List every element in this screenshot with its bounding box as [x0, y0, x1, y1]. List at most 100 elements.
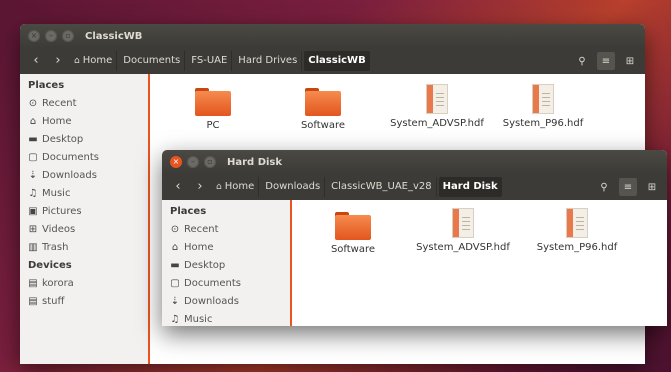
file-item-system-p96[interactable]: System_P96.hdf — [522, 208, 632, 253]
forward-button[interactable]: › — [190, 177, 210, 197]
file-name: System_ADVSP.hdf — [390, 118, 484, 129]
grid-icon: ⊞ — [647, 181, 657, 193]
drive-icon: ▤ — [28, 277, 38, 289]
breadcrumb-home[interactable]: ⌂ Home — [212, 177, 260, 197]
file-name: System_P96.hdf — [536, 242, 618, 253]
folder-icon — [195, 88, 231, 116]
close-button[interactable]: × — [170, 156, 182, 168]
trash-icon: ▥ — [28, 241, 38, 253]
sidebar-item-stuff[interactable]: ▤ stuff — [26, 292, 148, 310]
sidebar-item-documents[interactable]: ▢ Documents — [168, 274, 290, 292]
home-icon: ⌂ — [29, 115, 37, 127]
sidebar-item-pictures[interactable]: ▣ Pictures — [26, 202, 148, 220]
music-icon: ♫ — [170, 313, 180, 325]
toolbar: ‹ › ⌂ Home Downloads ClassicWB_UAE_v28 Ha… — [162, 174, 667, 200]
forward-icon: › — [197, 179, 203, 194]
sidebar-section-places: Places — [28, 80, 65, 91]
grid-view-button[interactable]: ⊞ — [621, 52, 639, 70]
home-icon: ⌂ — [216, 182, 222, 192]
breadcrumb-hard-disk[interactable]: Hard Disk — [438, 177, 502, 197]
breadcrumb-hard-drives[interactable]: Hard Drives — [234, 51, 303, 71]
document-icon: ▢ — [170, 277, 180, 289]
grid-view-button[interactable]: ⊞ — [643, 178, 661, 196]
maximize-button[interactable]: ▫ — [204, 156, 216, 168]
list-view-button[interactable]: ≡ — [619, 178, 637, 196]
breadcrumb-classicwb-uae[interactable]: ClassicWB_UAE_v28 — [327, 177, 437, 197]
sidebar-item-desktop[interactable]: ▬ Desktop — [168, 256, 290, 274]
sidebar-item-desktop[interactable]: ▬ Desktop — [26, 130, 148, 148]
document-icon — [426, 84, 448, 114]
sidebar: Places ⊙ Recent ⌂ Home ▬ Desktop ▢ Documents… — [162, 200, 292, 326]
document-icon: ▢ — [28, 151, 38, 163]
sidebar-item-music[interactable]: ♫ Music — [26, 184, 148, 202]
file-item-pc[interactable]: PC — [158, 88, 268, 131]
breadcrumb-downloads[interactable]: Downloads — [261, 177, 326, 197]
back-icon: ‹ — [175, 179, 181, 194]
file-item-software[interactable]: Software — [298, 212, 408, 255]
document-icon — [532, 84, 554, 114]
sidebar-item-videos[interactable]: ⊞ Videos — [26, 220, 148, 238]
list-icon: ≡ — [623, 181, 633, 193]
sidebar-item-trash[interactable]: ▥ Trash — [26, 238, 148, 256]
window-title: Hard Disk — [227, 156, 283, 168]
sidebar-section-places: Places — [170, 206, 207, 217]
maximize-icon: ▫ — [65, 31, 71, 40]
folder-icon — [335, 212, 371, 240]
folder-icon — [305, 88, 341, 116]
sidebar-item-recent[interactable]: ⊙ Recent — [26, 94, 148, 112]
back-icon: ‹ — [33, 53, 39, 68]
back-button[interactable]: ‹ — [26, 51, 46, 71]
close-icon: × — [172, 157, 180, 166]
sidebar-item-korora[interactable]: ▤ korora — [26, 274, 148, 292]
forward-icon: › — [55, 53, 61, 68]
home-icon: ⌂ — [74, 56, 80, 66]
video-icon: ⊞ — [28, 223, 38, 235]
sidebar-item-home[interactable]: ⌂ Home — [26, 112, 148, 130]
window-body: Places ⊙ Recent ⌂ Home ▬ Desktop ▢ Documents… — [162, 200, 667, 326]
search-icon: ⚲ — [578, 55, 586, 67]
close-icon: × — [30, 31, 38, 40]
minimize-button[interactable]: – — [187, 156, 199, 168]
file-name: PC — [206, 120, 220, 131]
minimize-icon: – — [49, 31, 53, 40]
back-button[interactable]: ‹ — [168, 177, 188, 197]
sidebar-item-music[interactable]: ♫ Music — [168, 310, 290, 326]
file-item-system-p96[interactable]: System_P96.hdf — [488, 84, 598, 129]
file-name: System_P96.hdf — [502, 118, 584, 129]
window-hard-disk: × – ▫ Hard Disk ‹ › ⌂ Home Downloads Clas… — [162, 150, 667, 326]
file-item-system-advsp[interactable]: System_ADVSP.hdf — [382, 84, 492, 129]
breadcrumb-classicwb[interactable]: ClassicWB — [304, 51, 370, 71]
clock-icon: ⊙ — [28, 97, 38, 109]
titlebar[interactable]: × – ▫ ClassicWB — [20, 24, 645, 48]
search-icon: ⚲ — [600, 181, 608, 193]
search-button[interactable]: ⚲ — [595, 178, 613, 196]
maximize-icon: ▫ — [207, 157, 213, 166]
breadcrumb-documents[interactable]: Documents — [119, 51, 186, 71]
breadcrumb-fs-uae[interactable]: FS-UAE — [187, 51, 233, 71]
sidebar: Places ⊙ Recent ⌂ Home ▬ Desktop ▢ Documents… — [20, 74, 150, 364]
list-icon: ≡ — [601, 55, 611, 67]
sidebar-item-downloads[interactable]: ⇣ Downloads — [168, 292, 290, 310]
file-name: Software — [330, 244, 376, 255]
download-icon: ⇣ — [28, 169, 38, 181]
document-icon — [452, 208, 474, 238]
forward-button[interactable]: › — [48, 51, 68, 71]
minimize-button[interactable]: – — [45, 30, 57, 42]
list-view-button[interactable]: ≡ — [597, 52, 615, 70]
sidebar-item-documents[interactable]: ▢ Documents — [26, 148, 148, 166]
file-item-system-advsp[interactable]: System_ADVSP.hdf — [408, 208, 518, 253]
sidebar-item-downloads[interactable]: ⇣ Downloads — [26, 166, 148, 184]
home-icon: ⌂ — [171, 241, 179, 253]
file-name: System_ADVSP.hdf — [416, 242, 510, 253]
drive-icon: ▤ — [28, 295, 38, 307]
search-button[interactable]: ⚲ — [573, 52, 591, 70]
sidebar-item-home[interactable]: ⌂ Home — [168, 238, 290, 256]
breadcrumb-home[interactable]: ⌂ Home — [70, 51, 118, 71]
maximize-button[interactable]: ▫ — [62, 30, 74, 42]
file-view: Software System_ADVSP.hdf System_P96.hdf — [292, 200, 667, 326]
sidebar-item-recent[interactable]: ⊙ Recent — [168, 220, 290, 238]
file-item-software[interactable]: Software — [268, 88, 378, 131]
window-title: ClassicWB — [85, 30, 143, 42]
titlebar[interactable]: × – ▫ Hard Disk — [162, 150, 667, 174]
close-button[interactable]: × — [28, 30, 40, 42]
